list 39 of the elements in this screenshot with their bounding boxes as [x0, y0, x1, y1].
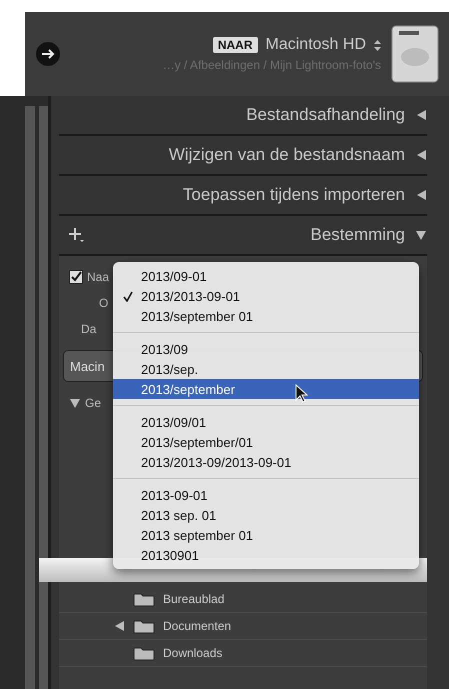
collapse-triangle-icon[interactable] — [69, 397, 81, 409]
folder-icon — [133, 645, 155, 661]
up-down-icon — [374, 40, 381, 50]
field-label: O — [99, 296, 108, 310]
checkbox[interactable] — [69, 270, 83, 284]
folder-name[interactable]: Downloads — [163, 646, 222, 660]
menu-item[interactable]: 2013/09-01 — [113, 266, 419, 286]
menu-item[interactable]: 20130901 — [113, 545, 419, 565]
expand-triangle-icon[interactable] — [415, 189, 427, 201]
folder-name[interactable]: Documenten — [163, 619, 232, 633]
menu-item[interactable]: 2013 september 01 — [113, 525, 419, 545]
field-label: Naa — [87, 270, 110, 284]
menu-item[interactable]: 2013/sep. — [113, 359, 419, 379]
collapse-triangle-icon[interactable] — [415, 229, 427, 241]
hard-drive-icon — [391, 25, 439, 83]
menu-item[interactable]: 2013 sep. 01 — [113, 505, 419, 525]
menu-item[interactable]: 2013/september 01 — [113, 306, 419, 326]
panel-header[interactable]: Wijzigen van de bestandsnaam — [59, 136, 427, 176]
arrow-button-icon[interactable] — [35, 41, 61, 67]
menu-item[interactable]: 2013/09 — [113, 339, 419, 359]
panel-header[interactable]: Bestandsafhandeling — [59, 96, 427, 136]
menu-item[interactable]: 2013/09/01 — [113, 412, 419, 432]
menu-item[interactable]: 2013/2013-09/2013-09-01 — [113, 452, 419, 472]
panel-header[interactable]: Toepassen tijdens importeren — [59, 176, 427, 216]
expand-triangle-icon[interactable] — [113, 620, 125, 632]
volume-selector[interactable]: Macintosh HD — [266, 36, 366, 54]
add-icon[interactable] — [69, 227, 85, 243]
menu-item[interactable]: 2013-09-01 — [113, 485, 419, 505]
field-label: Da — [81, 322, 96, 336]
folder-name[interactable]: Bureaublad — [163, 592, 224, 606]
tree-header: Ge — [85, 396, 102, 410]
menu-item[interactable]: 2013/2013-09-01 — [113, 286, 419, 306]
cursor-icon — [295, 384, 309, 404]
folder-icon — [133, 618, 155, 634]
menu-item[interactable]: 2013/september/01 — [113, 432, 419, 452]
destination-badge: NAAR — [212, 37, 258, 53]
folder-icon — [133, 591, 155, 607]
expand-triangle-icon[interactable] — [415, 109, 427, 121]
expand-triangle-icon[interactable] — [415, 149, 427, 161]
